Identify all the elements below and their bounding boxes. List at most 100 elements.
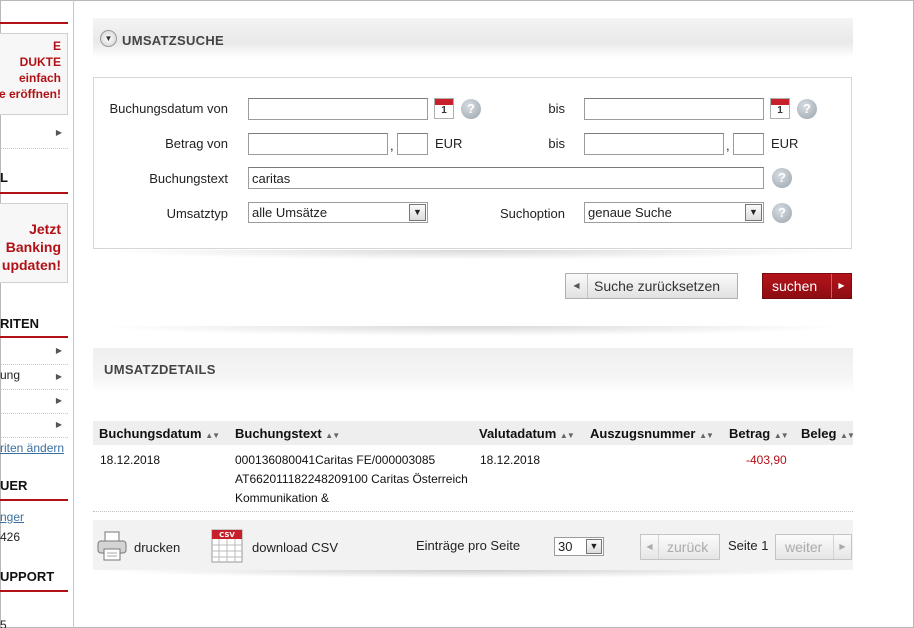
- sidebar-rule: [0, 192, 68, 194]
- sort-icon[interactable]: ▲▼: [205, 431, 220, 440]
- previous-page-button[interactable]: ◀ zurück: [640, 534, 720, 560]
- chevron-left-icon: ◀: [641, 535, 659, 559]
- chevron-down-icon: ▼: [409, 204, 426, 221]
- cell-booking-text: 000136080041Caritas FE/000003085 AT66201…: [235, 451, 468, 508]
- booking-text-label: Buchungstext: [149, 171, 228, 186]
- column-header-valuta-date[interactable]: Valutadatum ▲▼: [479, 426, 575, 441]
- chevron-right-icon: ▶: [55, 420, 62, 429]
- promo-line: Jetzt: [29, 221, 61, 237]
- search-button[interactable]: suchen ▶: [762, 273, 852, 299]
- print-link[interactable]: drucken: [134, 540, 180, 555]
- column-header-booking-date[interactable]: Buchungsdatum ▲▼: [99, 426, 220, 441]
- booking-text-input[interactable]: [248, 167, 764, 189]
- sidebar-heading: UPPORT: [0, 569, 55, 584]
- amount-from-input[interactable]: [248, 133, 388, 155]
- transaction-type-value: alle Umsätze: [252, 205, 328, 220]
- help-icon[interactable]: ?: [772, 168, 792, 188]
- sidebar-number: 426: [0, 530, 21, 544]
- next-page-button[interactable]: weiter ▶: [775, 534, 852, 560]
- amount-to-cents-input[interactable]: [733, 133, 764, 155]
- amount-from-cents-input[interactable]: [397, 133, 428, 155]
- promo-products[interactable]: E DUKTE einfach e eröffnen!: [0, 33, 68, 115]
- csv-badge: CSV: [219, 531, 235, 539]
- sort-icon[interactable]: ▲▼: [840, 431, 855, 440]
- amount-to-label: bis: [548, 136, 565, 151]
- date-from-label: Buchungsdatum von: [109, 101, 228, 116]
- sidebar-heading: RITEN: [0, 316, 39, 331]
- csv-calendar-icon[interactable]: CSV: [211, 529, 243, 563]
- date-from-input[interactable]: [248, 98, 428, 120]
- sort-icon[interactable]: ▲▼: [560, 431, 575, 440]
- download-csv-link[interactable]: download CSV: [252, 540, 338, 555]
- sidebar-text-link[interactable]: nger: [0, 510, 24, 524]
- search-option-select[interactable]: genaue Suche ▼: [584, 202, 764, 223]
- sidebar: E DUKTE einfach e eröffnen! ▶ L Jetzt Ba…: [0, 0, 74, 628]
- per-page-select[interactable]: 30 ▼: [554, 537, 604, 556]
- sidebar-divider: [0, 389, 68, 390]
- promo-line: E: [52, 39, 61, 53]
- decimal-comma: ,: [726, 138, 730, 153]
- column-header-amount[interactable]: Betrag ▲▼: [729, 426, 789, 441]
- separator-shadow: [93, 250, 853, 260]
- reset-search-button[interactable]: ◀ Suche zurücksetzen: [565, 273, 738, 299]
- sidebar-text: 5: [0, 618, 7, 628]
- decimal-comma: ,: [390, 138, 394, 153]
- printer-icon[interactable]: [96, 530, 128, 562]
- date-to-input[interactable]: [584, 98, 764, 120]
- chevron-right-icon: ▶: [55, 346, 62, 355]
- promo-line: updaten!: [1, 257, 61, 273]
- help-icon[interactable]: ?: [797, 99, 817, 119]
- booking-text-line: 000136080041Caritas FE/000003085: [235, 453, 436, 467]
- promo-line: DUKTE: [19, 55, 61, 69]
- chevron-right-icon: ▶: [833, 535, 851, 559]
- promo-line: einfach: [18, 71, 61, 85]
- sort-icon[interactable]: ▲▼: [325, 431, 340, 440]
- sidebar-link[interactable]: ung ▶: [0, 368, 68, 382]
- sidebar-favorites-edit-link[interactable]: riten ändern: [0, 441, 64, 455]
- sidebar-divider: [0, 437, 68, 438]
- details-panel-title: UMSATZDETAILS: [104, 362, 216, 377]
- promo-line: e eröffnen!: [0, 87, 61, 101]
- currency-label: EUR: [771, 136, 799, 151]
- previous-page-label: zurück: [667, 539, 709, 555]
- sidebar-rule: [0, 590, 68, 592]
- sidebar-heading: UER: [0, 478, 28, 493]
- sort-icon[interactable]: ▲▼: [699, 431, 714, 440]
- column-header-statement-number[interactable]: Auszugsnummer ▲▼: [590, 426, 714, 441]
- chevron-right-icon: ▶: [55, 372, 62, 381]
- help-icon[interactable]: ?: [461, 99, 481, 119]
- row-divider: [93, 511, 853, 512]
- currency-label: EUR: [435, 136, 463, 151]
- booking-text-line: Kommunikation &: [235, 491, 330, 505]
- footer-shadow: [93, 570, 853, 578]
- cell-amount: -403,90: [746, 453, 787, 467]
- amount-from-label: Betrag von: [165, 136, 228, 151]
- cell-valuta-date: 18.12.2018: [480, 453, 541, 467]
- search-panel-title: UMSATZSUCHE: [122, 33, 224, 48]
- column-header-booking-text[interactable]: Buchungstext ▲▼: [235, 426, 340, 441]
- promo-line: Banking: [5, 239, 61, 255]
- sidebar-divider: [0, 148, 68, 149]
- chevron-down-icon: ▼: [745, 204, 762, 221]
- sidebar-rule: [0, 499, 68, 501]
- column-header-receipt[interactable]: Beleg ▲▼: [801, 426, 855, 441]
- transaction-type-select[interactable]: alle Umsätze ▼: [248, 202, 428, 223]
- cell-booking-date: 18.12.2018: [100, 453, 161, 467]
- calendar-icon[interactable]: 1: [434, 98, 454, 119]
- booking-text-line: AT662011182248209100 Caritas Österreich: [235, 472, 468, 486]
- amount-to-input[interactable]: [584, 133, 724, 155]
- collapse-arrow-icon[interactable]: ▼: [100, 30, 117, 47]
- sidebar-link-label: ung: [0, 368, 21, 382]
- promo-banking[interactable]: Jetzt Banking updaten!: [0, 203, 68, 283]
- calendar-icon[interactable]: 1: [770, 98, 790, 119]
- transaction-type-label: Umsatztyp: [166, 206, 228, 221]
- chevron-left-icon: ◀: [566, 274, 588, 298]
- sort-icon[interactable]: ▲▼: [774, 431, 789, 440]
- per-page-label: Einträge pro Seite: [416, 538, 521, 553]
- sidebar-heading: L: [0, 170, 8, 185]
- help-icon[interactable]: ?: [772, 203, 792, 223]
- next-page-label: weiter: [785, 539, 823, 555]
- sidebar-divider: [0, 413, 68, 414]
- sidebar-divider: [0, 364, 68, 365]
- chevron-right-icon: ▶: [831, 274, 851, 298]
